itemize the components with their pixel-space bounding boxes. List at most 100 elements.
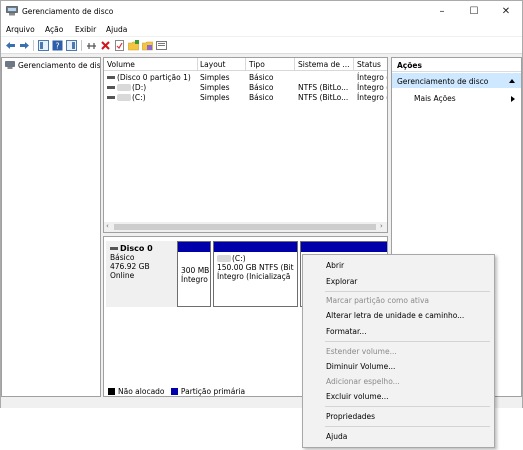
cell-layout: Simples <box>200 73 230 82</box>
cell-status: Íntegro ( <box>357 93 388 102</box>
column-divider[interactable] <box>197 58 198 71</box>
partition-c[interactable]: (C:) 150.00 GB NTFS (Bit Íntegro (Inicia… <box>213 241 298 307</box>
properties-icon[interactable] <box>114 40 125 51</box>
menu-item-marcar-ativa[interactable]: Marcar partição como ativa <box>326 296 429 305</box>
menu-item-adicionar-espelho[interactable]: Adicionar espelho... <box>326 377 400 386</box>
console-tree-icon[interactable] <box>38 40 49 51</box>
volume-list-horizontal-scrollbar[interactable]: ‹ › <box>104 222 387 232</box>
new-folder-icon[interactable] <box>128 40 139 51</box>
disk-management-icon <box>5 61 15 69</box>
disk-type: Básico <box>110 253 135 262</box>
table-row[interactable]: (C:) Simples Básico NTFS (BitLo... Ínteg… <box>104 93 388 103</box>
column-divider[interactable] <box>245 58 246 71</box>
legend-unallocated: Não alocado <box>118 387 165 396</box>
disk-0-info[interactable]: Disco 0 Básico 476.92 GB Online <box>106 241 178 307</box>
column-divider[interactable] <box>294 58 295 71</box>
legend-primary-swatch <box>170 388 178 395</box>
menu-item-abrir[interactable]: Abrir <box>326 261 344 270</box>
menu-item-propriedades[interactable]: Propriedades <box>326 412 375 421</box>
menu-exibir[interactable]: Exibir <box>75 25 96 34</box>
help-icon[interactable]: ? <box>52 40 63 51</box>
table-row[interactable]: (Disco 0 partição 1) Simples Básico Ínte… <box>104 73 388 83</box>
column-divider[interactable] <box>353 58 354 71</box>
column-tipo[interactable]: Tipo <box>249 60 265 69</box>
cell-volume: (D:) <box>107 83 146 92</box>
cell-volume: (Disco 0 partição 1) <box>107 73 191 82</box>
collapse-icon[interactable] <box>509 79 515 83</box>
disk-size: 476.92 GB <box>110 262 150 271</box>
partition-efi[interactable]: 300 MB Íntegro <box>177 241 211 307</box>
toolbar: ? <box>1 37 522 54</box>
tree-item-disk-management[interactable]: Gerenciamento de disco <box>5 61 101 70</box>
menu-separator <box>325 341 490 342</box>
menu-bar: Arquivo Ação Exibir Ajuda <box>1 22 522 36</box>
title-bar: Gerenciamento de disco – ☐ ✕ <box>1 1 522 22</box>
scroll-left-icon[interactable]: ‹ <box>106 222 109 230</box>
menu-item-estender[interactable]: Estender volume... <box>326 347 397 356</box>
menu-acao[interactable]: Ação <box>45 25 63 34</box>
connect-icon[interactable] <box>86 40 97 51</box>
minimize-button[interactable]: – <box>427 1 457 22</box>
forward-arrow-icon[interactable] <box>19 40 30 51</box>
export-icon[interactable] <box>142 40 153 51</box>
actions-selected-item[interactable]: Gerenciamento de disco <box>392 73 521 88</box>
cell-tipo: Básico <box>249 93 274 102</box>
menu-arquivo[interactable]: Arquivo <box>6 25 35 34</box>
menu-item-ajuda[interactable]: Ajuda <box>326 432 347 441</box>
maximize-button[interactable]: ☐ <box>459 1 489 22</box>
column-status[interactable]: Status <box>357 60 381 69</box>
menu-item-excluir[interactable]: Excluir volume... <box>326 392 389 401</box>
volume-icon <box>107 76 115 79</box>
table-row[interactable]: (D:) Simples Básico NTFS (BitLo... Ínteg… <box>104 83 388 93</box>
console-tree: Gerenciamento de disco ‹ › <box>1 57 101 397</box>
actions-header: Ações <box>392 58 521 72</box>
legend-primary: Partição primária <box>180 387 246 396</box>
toolbar-separator <box>33 40 34 51</box>
menu-separator <box>325 426 490 427</box>
disk-name: Disco 0 <box>110 244 174 253</box>
primary-partition-bar <box>178 242 210 252</box>
column-layout[interactable]: Layout <box>200 60 226 69</box>
primary-partition-bar <box>301 242 387 252</box>
delete-icon[interactable] <box>100 40 111 51</box>
menu-item-formatar[interactable]: Formatar... <box>326 327 367 336</box>
menu-item-explorar[interactable]: Explorar <box>326 277 357 286</box>
cell-sistema: NTFS (BitLo... <box>298 83 349 92</box>
cell-status: Íntegro ( <box>357 73 388 82</box>
volume-list: Volume Layout Tipo Sistema de ... Status… <box>103 57 388 233</box>
primary-partition-bar <box>214 242 297 252</box>
window-title: Gerenciamento de disco <box>22 7 114 16</box>
legend-unallocated-swatch <box>108 388 115 395</box>
view-icon[interactable] <box>156 40 167 51</box>
tree-item-label: Gerenciamento de disco <box>18 61 101 70</box>
column-sistema[interactable]: Sistema de ... <box>298 60 350 69</box>
volume-list-header: Volume Layout Tipo Sistema de ... Status <box>104 58 387 71</box>
back-arrow-icon[interactable] <box>5 40 16 51</box>
submenu-arrow-icon[interactable] <box>511 96 515 102</box>
close-button[interactable]: ✕ <box>491 1 521 22</box>
partition-text: (C:) 150.00 GB NTFS (Bit Íntegro (Inicia… <box>217 254 294 281</box>
scroll-right-icon[interactable]: › <box>380 222 383 230</box>
svg-text:?: ? <box>55 42 59 51</box>
menu-separator <box>325 406 490 407</box>
partition-text: 300 MB Íntegro <box>181 266 210 284</box>
toolbar-separator <box>81 40 82 51</box>
cell-tipo: Básico <box>249 83 274 92</box>
cell-tipo: Básico <box>249 73 274 82</box>
column-volume[interactable]: Volume <box>107 60 135 69</box>
menu-ajuda[interactable]: Ajuda <box>106 25 127 34</box>
scrollbar-thumb[interactable] <box>114 224 376 230</box>
disk-management-app-icon <box>6 6 18 16</box>
redacted-label <box>217 255 231 262</box>
more-actions[interactable]: Mais Ações <box>414 94 456 103</box>
cell-layout: Simples <box>200 83 230 92</box>
cell-status: Íntegro ( <box>357 83 388 92</box>
menu-item-alterar-letra[interactable]: Alterar letra de unidade e caminho... <box>326 311 464 320</box>
redacted-label <box>117 84 131 91</box>
redacted-label <box>117 94 131 101</box>
cell-layout: Simples <box>200 93 230 102</box>
cell-sistema: NTFS (BitLo... <box>298 93 349 102</box>
menu-item-diminuir[interactable]: Diminuir Volume... <box>326 362 395 371</box>
menu-separator <box>325 291 490 292</box>
pane-icon[interactable] <box>66 40 77 51</box>
